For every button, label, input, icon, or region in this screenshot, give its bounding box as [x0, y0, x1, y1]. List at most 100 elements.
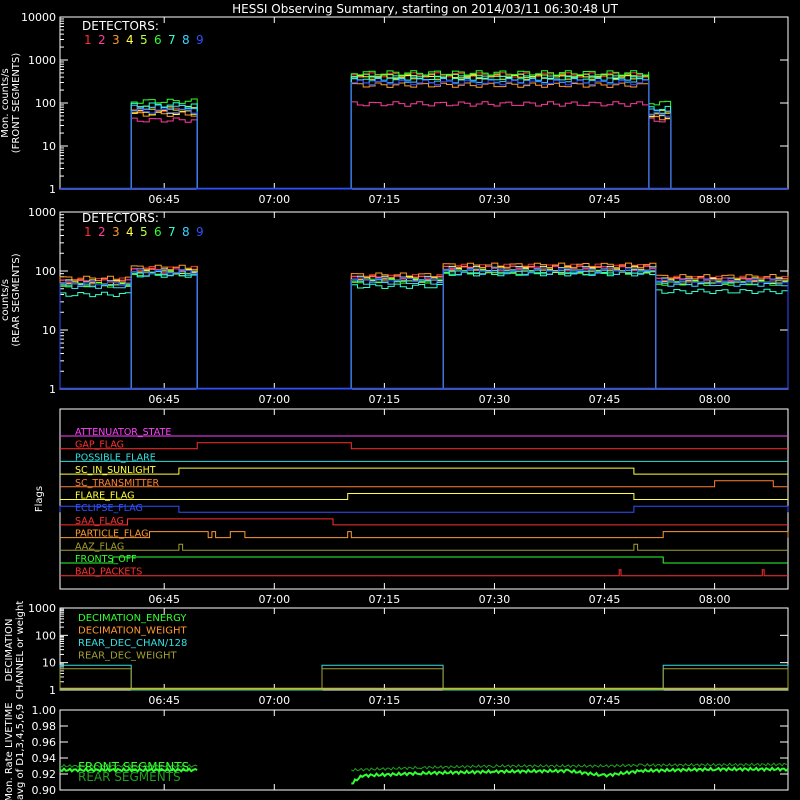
livetime-legend-entry: REAR SEGMENTS — [78, 770, 181, 784]
livetime-ytick-label: 0.94 — [32, 752, 57, 765]
decimation-ytick-label: 1 — [49, 684, 56, 697]
rear-detector-trace — [59, 267, 789, 390]
rear-detector-number: 3 — [112, 225, 120, 239]
rear-detector-number: 1 — [84, 225, 92, 239]
front-detector-trace — [130, 78, 672, 190]
front-detector-trace — [130, 70, 672, 190]
front-detectors-label: DETECTORS: — [82, 19, 159, 33]
flags-xtick-label: 07:00 — [258, 593, 290, 606]
decimation-xtick-label: 08:00 — [699, 694, 731, 707]
rear-detector-number: 7 — [168, 225, 176, 239]
flag-trace — [59, 505, 789, 513]
flag-trace — [60, 569, 788, 577]
rear-ytick-label: 10 — [42, 324, 56, 337]
flags-xtick-label: 06:45 — [148, 593, 180, 606]
front-detector-number: 1 — [84, 33, 92, 47]
plot-title: HESSI Observing Summary, starting on 201… — [232, 2, 618, 16]
decimation-legend-entry: REAR_DEC_CHAN/128 — [78, 638, 187, 649]
livetime-ylabel: avg of D1,3,4,5,6,9 — [15, 704, 26, 800]
front-detector-number: 3 — [112, 33, 120, 47]
rear-detector-trace — [59, 268, 789, 390]
rear-detector-trace — [59, 271, 789, 390]
decimation-xtick-label: 06:45 — [148, 694, 180, 707]
front-panel: 06:45 07:00 07:15 07:30 07:45 08:00 10000 1000 1… — [0, 11, 789, 206]
decimation-legend-entry: DECIMATION_WEIGHT — [78, 626, 187, 637]
rear-detector-number: 4 — [126, 225, 134, 239]
decimation-xtick-label: 07:45 — [589, 694, 621, 707]
front-ytick-label: 10 — [42, 140, 56, 153]
decimation-trace — [59, 668, 789, 690]
rear-detector-number: 8 — [182, 225, 190, 239]
front-ylabel: Mon. counts/s — [0, 68, 11, 137]
decimation-ytick-label: 10 — [42, 657, 56, 670]
front-detector-trace — [130, 74, 672, 190]
decimation-ylabel: DECIMATION — [4, 618, 15, 681]
rear-detector-number: 6 — [154, 225, 162, 239]
decimation-ytick-label: 1000 — [28, 602, 56, 615]
rear-detectors-label: DETECTORS: — [82, 211, 159, 225]
rear-xtick-label: 07:30 — [479, 393, 511, 406]
rear-xtick-label: 08:00 — [699, 393, 731, 406]
front-xtick-label: 06:45 — [148, 193, 180, 206]
front-detector-trace — [130, 72, 672, 190]
livetime-ylabel: Mon. Rate LIVETIME — [4, 702, 15, 800]
flag-trace — [60, 493, 788, 500]
rear-xtick-label: 07:00 — [258, 393, 290, 406]
front-ytick-label: 100 — [35, 97, 56, 110]
livetime-panel: 1.00 0.98 0.96 0.94 0.92 0.90 Mon. Rate LIVETI… — [4, 702, 789, 800]
flag-trace — [60, 467, 788, 475]
front-detector-trace — [130, 82, 672, 190]
front-xtick-label: 07:30 — [479, 193, 511, 206]
rear-detector-number: 2 — [98, 225, 106, 239]
flag-trace — [60, 556, 788, 564]
front-detector-trace — [130, 101, 672, 190]
rear-detector-trace — [59, 269, 789, 390]
decimation-xtick-label: 07:00 — [258, 694, 290, 707]
front-detector-trace — [130, 79, 672, 190]
front-xtick-label: 08:00 — [699, 193, 731, 206]
rear-detector-number: 9 — [196, 225, 204, 239]
front-ytick-label: 10000 — [21, 11, 56, 24]
flag-label: ECLIPSE_FLAG — [75, 503, 143, 514]
rear-xtick-label: 07:45 — [589, 393, 621, 406]
decimation-legend-entry: REAR_DEC_WEIGHT — [78, 651, 177, 662]
rear-xtick-label: 07:15 — [369, 393, 401, 406]
front-detector-number: 6 — [154, 33, 162, 47]
rear-detector-number: 5 — [140, 225, 148, 239]
rear-ylabel: counts/s — [0, 279, 11, 321]
rear-ylabel: (REAR SEGMENTS) — [11, 253, 22, 346]
decimation-xtick-label: 07:30 — [479, 694, 511, 707]
front-detector-number: 4 — [126, 33, 134, 47]
livetime-ytick-label: 0.98 — [32, 720, 57, 733]
front-detector-number: 5 — [140, 33, 148, 47]
livetime-ytick-label: 1.00 — [32, 704, 57, 717]
flags-xtick-label: 08:00 — [699, 593, 731, 606]
decimation-panel: 06:45 07:00 07:15 07:30 07:45 08:00 1000 100 10 1… — [4, 601, 789, 707]
flag-trace — [60, 480, 788, 488]
front-ylabel: (FRONT SEGMENTS) — [11, 53, 22, 154]
livetime-trace — [351, 766, 789, 785]
decimation-xtick-label: 07:15 — [369, 694, 401, 707]
flags-xtick-label: 07:30 — [479, 593, 511, 606]
flags-xtick-label: 07:15 — [369, 593, 401, 606]
flag-trace — [60, 543, 788, 551]
rear-ytick-label: 1 — [49, 383, 56, 396]
flag-trace — [60, 531, 789, 539]
front-xtick-label: 07:15 — [369, 193, 401, 206]
front-detector-number: 9 — [196, 33, 204, 47]
rear-detector-trace — [59, 269, 789, 390]
front-xtick-label: 07:45 — [589, 193, 621, 206]
livetime-ytick-label: 0.96 — [32, 736, 57, 749]
rear-ytick-label: 1000 — [28, 206, 56, 219]
front-xtick-label: 07:00 — [258, 193, 290, 206]
front-detector-trace — [130, 73, 672, 190]
front-detector-number: 7 — [168, 33, 176, 47]
rear-xtick-label: 06:45 — [148, 393, 180, 406]
front-detector-number: 8 — [182, 33, 190, 47]
rear-ytick-label: 100 — [35, 265, 56, 278]
hessi-summary-plot: HESSI Observing Summary, starting on 201… — [0, 2, 789, 800]
livetime-ytick-label: 0.92 — [32, 768, 57, 781]
decimation-ytick-label: 100 — [35, 629, 56, 642]
flag-trace — [60, 442, 788, 450]
flag-trace — [60, 518, 788, 526]
